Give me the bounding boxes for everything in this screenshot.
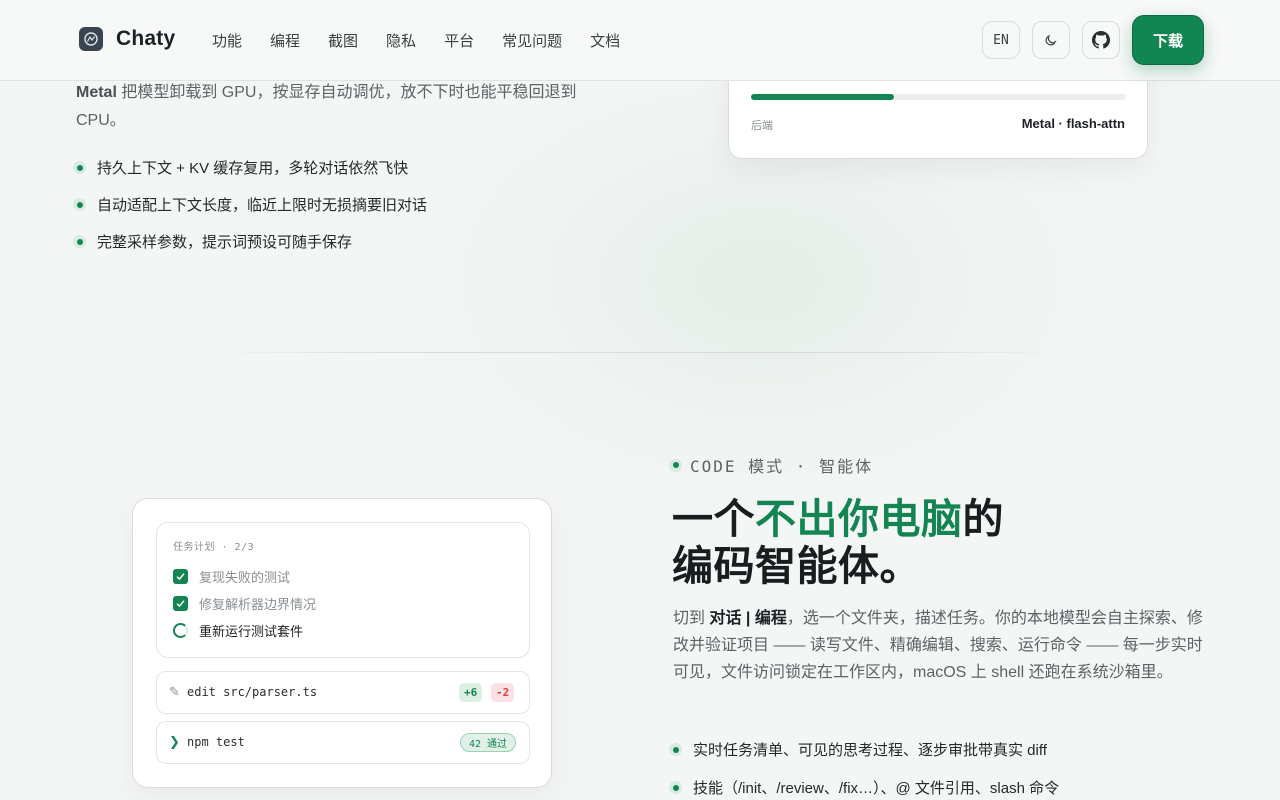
code-agent-demo-card: 任务计划 · 2/3 复现失败的测试 修复解析器边界情况 重新运行测试套件 ✎ … — [132, 498, 552, 788]
top-navbar: Chaty 功能 编程 截图 隐私 平台 常见问题 文档 EN 下载 — [0, 0, 1280, 81]
bullet-dot-icon — [73, 198, 86, 211]
theme-toggle-button[interactable] — [1032, 21, 1070, 59]
list-item: 完整采样参数，提示词预设可随手保存 — [73, 231, 427, 252]
headline-accent: 不出你电脑 — [755, 496, 963, 542]
bullet-dot-icon — [73, 235, 86, 248]
code-mode-headline: 一个不出你电脑的 编码智能体。 — [672, 496, 1004, 589]
nav-link-screenshots[interactable]: 截图 — [328, 30, 358, 51]
code-mode-description: 切到 对话 | 编程，选一个文件夹，描述任务。你的本地模型会自主探索、修改并验证… — [673, 610, 1203, 681]
checkmark-icon — [173, 569, 188, 584]
list-item: 实时任务清单、可见的思考过程、逐步审批带真实 diff — [669, 739, 1059, 760]
task-item: 修复解析器边界情况 — [173, 594, 316, 613]
list-item: 技能（/init、/review、/fix…）、@ 文件引用、slash 命令 — [669, 777, 1059, 798]
metal-description-text: 把模型卸载到 GPU，按显存自动调优，放不下时也能平稳回退到 CPU。 — [76, 84, 577, 129]
eyebrow-dot-icon — [669, 458, 682, 472]
nav-link-features[interactable]: 功能 — [212, 30, 242, 51]
checkmark-icon — [173, 596, 188, 611]
tests-passed-badge: 42 通过 — [460, 733, 517, 752]
task-item: 复现失败的测试 — [173, 567, 290, 586]
bullet-dot-icon — [73, 161, 86, 174]
github-icon — [1092, 31, 1110, 49]
task-plan-panel: 任务计划 · 2/3 复现失败的测试 修复解析器边界情况 重新运行测试套件 — [156, 522, 530, 658]
lines-removed-badge: -2 — [491, 683, 515, 702]
list-item: 持久上下文 + KV 缓存复用，多轮对话依然飞快 — [73, 157, 427, 178]
pencil-icon: ✎ — [169, 684, 180, 699]
mode-switch-label: 对话 | 编程 — [709, 610, 787, 627]
language-button[interactable]: EN — [982, 21, 1020, 59]
loading-spinner-icon — [173, 623, 188, 638]
edit-command-text: edit src/parser.ts — [187, 685, 318, 699]
code-mode-feature-list: 实时任务清单、可见的思考过程、逐步审批带真实 diff 技能（/init、/re… — [669, 739, 1059, 798]
bullet-dot-icon — [669, 781, 682, 794]
nav-link-privacy[interactable]: 隐私 — [386, 30, 416, 51]
download-button[interactable]: 下载 — [1132, 15, 1204, 65]
performance-feature-list: 持久上下文 + KV 缓存复用，多轮对话依然飞快 自动适配上下文长度，临近上限时… — [73, 157, 427, 252]
brand-name[interactable]: Chaty — [116, 27, 175, 51]
metal-keyword: Metal — [76, 84, 117, 101]
bullet-dot-icon — [669, 743, 682, 756]
metal-description: Metal 把模型卸载到 GPU，按显存自动调优，放不下时也能平稳回退到 CPU… — [76, 79, 616, 135]
backend-label: 后端 — [751, 120, 773, 132]
github-button[interactable] — [1082, 21, 1120, 59]
backend-value: Metal · flash-attn — [1021, 116, 1125, 131]
run-command-tool-call[interactable]: ❯ npm test 42 通过 — [156, 721, 530, 764]
nav-link-platforms[interactable]: 平台 — [444, 30, 474, 51]
gpu-offload-progress-fill — [751, 94, 894, 100]
nav-links: 功能 编程 截图 隐私 平台 常见问题 文档 — [212, 30, 648, 51]
nav-link-docs[interactable]: 文档 — [590, 30, 620, 51]
code-mode-eyebrow: CODE 模式 · 智能体 — [669, 453, 873, 477]
nav-link-coding[interactable]: 编程 — [270, 30, 300, 51]
nav-link-faq[interactable]: 常见问题 — [502, 30, 562, 51]
section-divider — [216, 352, 1064, 353]
task-plan-title: 任务计划 · 2/3 — [173, 542, 255, 553]
list-item: 自动适配上下文长度，临近上限时无损摘要旧对话 — [73, 194, 427, 215]
prompt-chevron-icon: ❯ — [169, 734, 180, 749]
run-command-text: npm test — [187, 735, 245, 749]
chaty-logo-icon[interactable] — [79, 27, 103, 51]
edit-tool-call[interactable]: ✎ edit src/parser.ts +6 -2 — [156, 671, 530, 714]
lines-added-badge: +6 — [459, 683, 483, 702]
moon-icon — [1045, 34, 1056, 46]
gpu-offload-progress — [751, 94, 1126, 100]
task-item: 重新运行测试套件 — [173, 621, 303, 640]
